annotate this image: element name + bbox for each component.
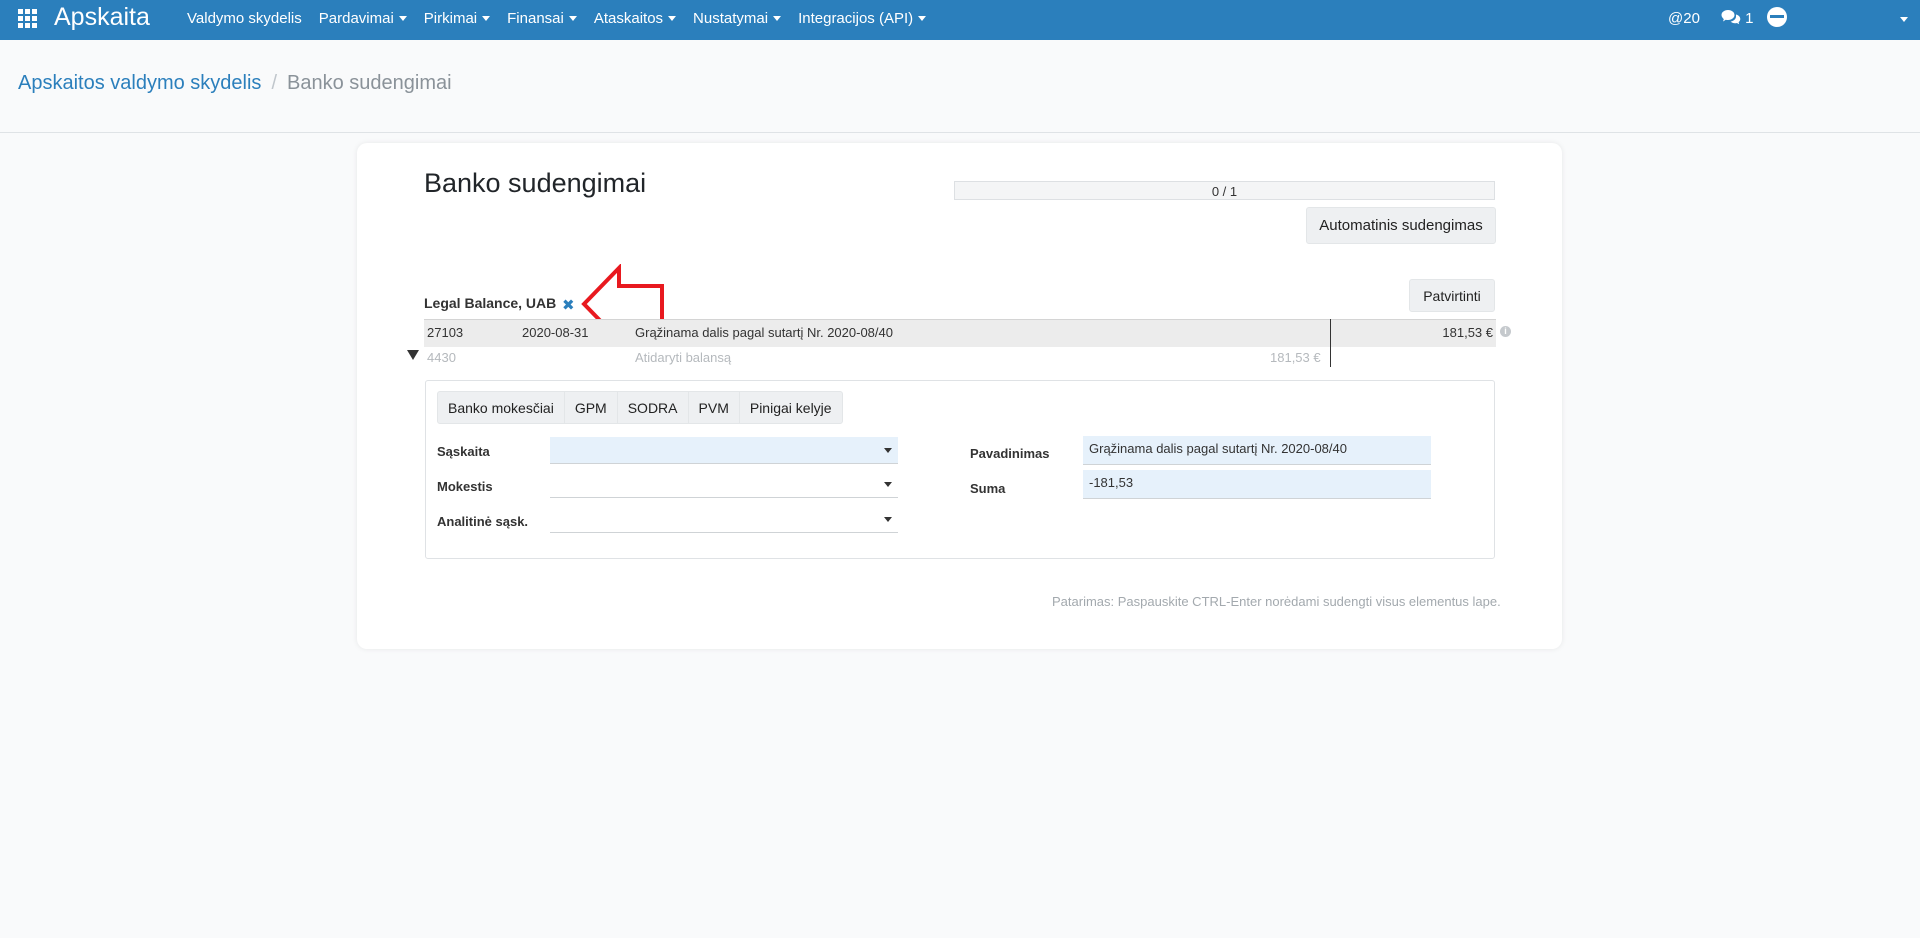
menu-ataskaitos[interactable]: Ataskaitos (593, 0, 677, 40)
user-menu-caret-icon[interactable] (1900, 17, 1908, 22)
confirm-button[interactable]: Patvirtinti (1409, 279, 1495, 312)
page-title: Banko sudengimai (424, 168, 647, 198)
menu-integracijos[interactable]: Integracijos (API) (798, 0, 927, 40)
dropdown-arrow-icon (884, 482, 892, 487)
mokestis-select[interactable] (550, 471, 898, 498)
sub-amount: 181,53 € (1270, 350, 1321, 365)
brand-logo[interactable]: Apskaita (54, 2, 150, 32)
user-avatar[interactable] (1767, 7, 1787, 27)
tab-pinigai-kelyje[interactable]: Pinigai kelyje (738, 391, 843, 424)
caret-down-icon (398, 16, 407, 21)
tab-banko-mokesciai[interactable]: Banko mokesčiai (437, 391, 565, 424)
messages-count: 1 (1745, 10, 1754, 27)
transaction-amount: 181,53 € (1442, 325, 1493, 340)
chat-icon (1721, 10, 1741, 25)
keyboard-hint: Patarimas: Paspauskite CTRL-Enter norėda… (1052, 594, 1501, 609)
apps-grid-icon[interactable] (18, 9, 40, 31)
transaction-date: 2020-08-31 (522, 325, 589, 340)
breadcrumb-separator: / (271, 72, 277, 94)
tab-pvm[interactable]: PVM (687, 391, 740, 424)
menu-valdymo-skydelis[interactable]: Valdymo skydelis (187, 0, 302, 40)
sub-description: Atidaryti balansą (635, 350, 732, 365)
category-tabs: Banko mokesčiai GPM SODRA PVM Pinigai ke… (437, 391, 843, 424)
caret-down-icon (918, 16, 927, 21)
analitine-select[interactable] (550, 506, 898, 533)
caret-down-icon (773, 16, 782, 21)
pavadinimas-label: Pavadinimas (970, 446, 1050, 461)
main-menu: Valdymo skydelis Pardavimai Pirkimai Fin… (187, 0, 943, 40)
breadcrumb: Apskaitos valdymo skydelis / Banko sudengi… (18, 70, 452, 96)
breadcrumb-bar: Apskaitos valdymo skydelis / Banko sudengi… (0, 40, 1920, 133)
transaction-number: 27103 (427, 325, 464, 340)
saskaita-select[interactable] (550, 437, 898, 464)
info-icon[interactable]: i (1500, 326, 1511, 337)
transaction-description: Grąžinama dalis pagal sutartį Nr. 2020-0… (635, 325, 893, 340)
caret-down-icon (668, 16, 677, 21)
caret-down-icon (568, 16, 577, 21)
menu-nustatymai[interactable]: Nustatymai (693, 0, 782, 40)
auto-reconcile-button[interactable]: Automatinis sudengimas (1306, 207, 1496, 244)
mokestis-label: Mokestis (437, 479, 493, 494)
top-navbar: Apskaita Valdymo skydelis Pardavimai Pir… (0, 0, 1920, 40)
saskaita-label: Sąskaita (437, 444, 490, 459)
caret-down-icon (482, 16, 491, 21)
menu-finansai[interactable]: Finansai (507, 0, 577, 40)
menu-pirkimai[interactable]: Pirkimai (423, 0, 491, 40)
analitine-label: Analitinė sąsk. (437, 514, 529, 529)
menu-label: Pirkimai (423, 10, 478, 27)
messages-button[interactable]: 1 (1721, 0, 1754, 40)
column-divider (1330, 319, 1331, 367)
mentions-counter[interactable]: @20 (1668, 0, 1700, 40)
sub-account: 4430 (427, 350, 456, 365)
breadcrumb-current: Banko sudengimai (287, 72, 452, 94)
menu-label: Valdymo skydelis (187, 10, 302, 27)
menu-label: Finansai (507, 10, 564, 27)
menu-label: Nustatymai (693, 10, 769, 27)
suma-label: Suma (970, 481, 1006, 496)
dropdown-arrow-icon (884, 448, 892, 453)
partner-name: Legal Balance, UAB (424, 295, 557, 311)
menu-label: Pardavimai (318, 10, 394, 27)
transaction-row[interactable]: 27103 2020-08-31 Grąžinama dalis pagal s… (424, 319, 1496, 347)
menu-pardavimai[interactable]: Pardavimai (319, 0, 407, 40)
suma-field[interactable]: -181,53 (1083, 470, 1431, 499)
pavadinimas-field[interactable]: Grąžinama dalis pagal sutartį Nr. 2020-0… (1083, 436, 1431, 465)
dropdown-arrow-icon (884, 517, 892, 522)
progress-bar: 0 / 1 (954, 181, 1495, 200)
tab-gpm[interactable]: GPM (563, 391, 618, 424)
transaction-sub-row: 4430 Atidaryti balansą 181,53 € (424, 347, 1324, 369)
menu-label: Ataskaitos (593, 10, 664, 27)
tab-sodra[interactable]: SODRA (616, 391, 689, 424)
remove-partner-icon[interactable]: ✖ (562, 296, 575, 314)
breadcrumb-parent-link[interactable]: Apskaitos valdymo skydelis (18, 72, 261, 94)
expand-toggle-icon[interactable] (407, 350, 419, 360)
menu-label: Integracijos (API) (798, 10, 914, 27)
